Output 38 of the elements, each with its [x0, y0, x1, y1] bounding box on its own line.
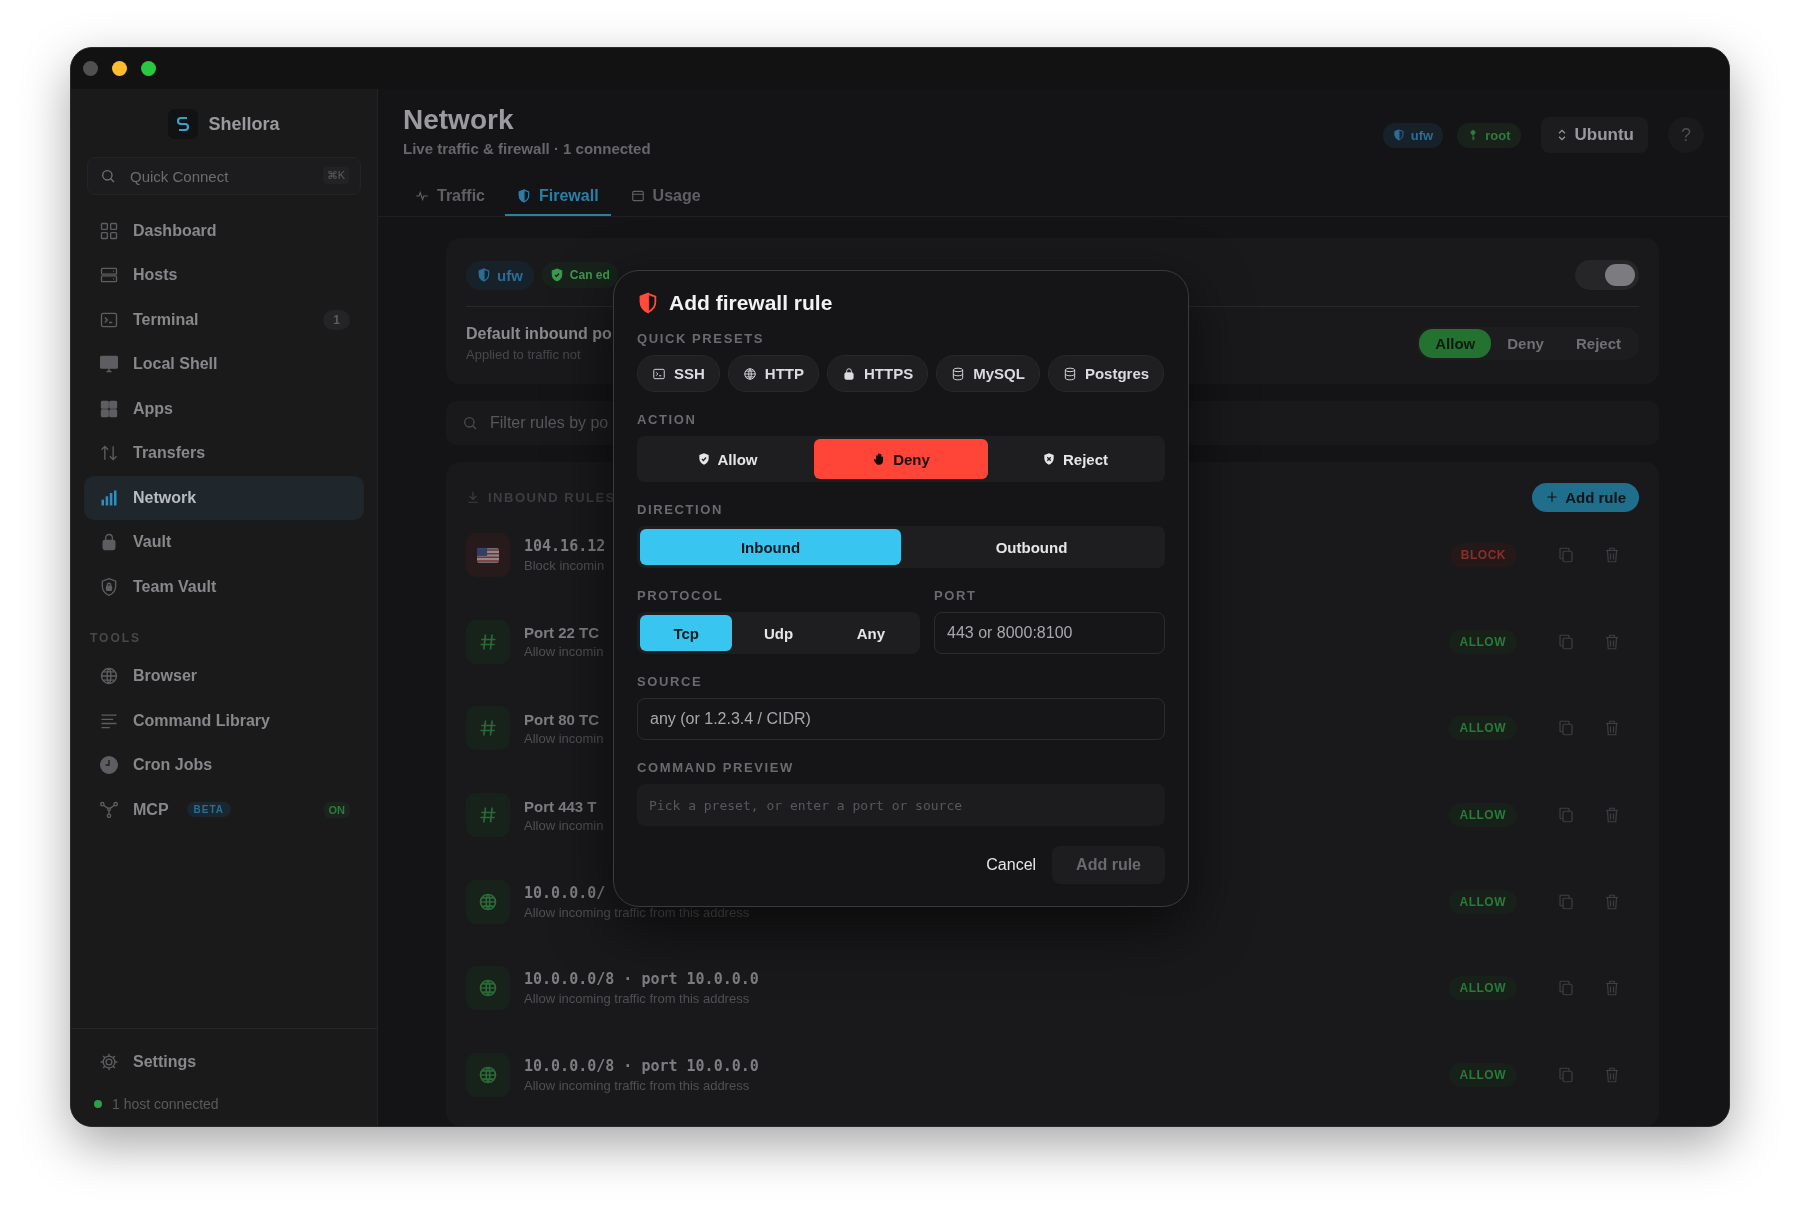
- policy-title: Default inbound po: [466, 325, 612, 343]
- count-badge: 1: [323, 309, 350, 330]
- dialog-title: Add firewall rule: [669, 291, 833, 315]
- page-title: Network: [403, 104, 515, 136]
- verdict-badge: ALLOW: [1448, 803, 1517, 828]
- rule-title: Port 22 TC: [524, 624, 600, 642]
- field-label: ACTION: [637, 412, 698, 427]
- rule-title: 10.0.0.0/8 · port 10.0.0.0: [524, 1056, 759, 1075]
- verdict-badge: BLOCK: [1449, 543, 1517, 568]
- rule-description: Allow incoming traffic from this address: [524, 991, 751, 1007]
- verdict-badge: ALLOW: [1448, 629, 1517, 654]
- field-label: PORT: [934, 588, 978, 603]
- verdict-badge: ALLOW: [1448, 1062, 1517, 1087]
- rule-description: Allow incoming traffic from this address: [524, 1077, 751, 1093]
- rule-title: 10.0.0.0/: [524, 883, 607, 902]
- command-preview: Pick a preset, or enter a port or source: [637, 784, 1165, 826]
- status-badge: ufw: [466, 260, 534, 290]
- rule-title: Port 443 T: [524, 797, 598, 815]
- field-label: PROTOCOL: [637, 588, 725, 603]
- field-label: DIRECTION: [637, 502, 724, 517]
- page-subtitle: Live traffic & firewall · 1 connected: [403, 140, 651, 157]
- verdict-badge: ALLOW: [1448, 976, 1517, 1001]
- verdict-badge: ALLOW: [1448, 889, 1517, 914]
- rule-title: 10.0.0.0/8 · port 10.0.0.0: [524, 970, 759, 989]
- field-label: COMMAND PREVIEW: [637, 760, 795, 775]
- shortcut-hint: ⌘K: [322, 167, 349, 184]
- rule-title: 104.16.12: [524, 537, 606, 556]
- status-badge: root: [1457, 122, 1521, 148]
- status-badge: Can ed: [541, 262, 618, 288]
- app-name: Shellora: [208, 113, 280, 135]
- connection-status: 1 host connected: [112, 1096, 219, 1112]
- field-label: SOURCE: [637, 674, 704, 689]
- status-label: ON: [323, 801, 350, 818]
- status-badge: ufw: [1382, 122, 1444, 148]
- verdict-badge: ALLOW: [1448, 716, 1517, 741]
- field-label: QUICK PRESETS: [637, 331, 765, 346]
- beta-tag: BETA: [186, 802, 232, 818]
- rule-title: Port 80 TC: [524, 711, 600, 728]
